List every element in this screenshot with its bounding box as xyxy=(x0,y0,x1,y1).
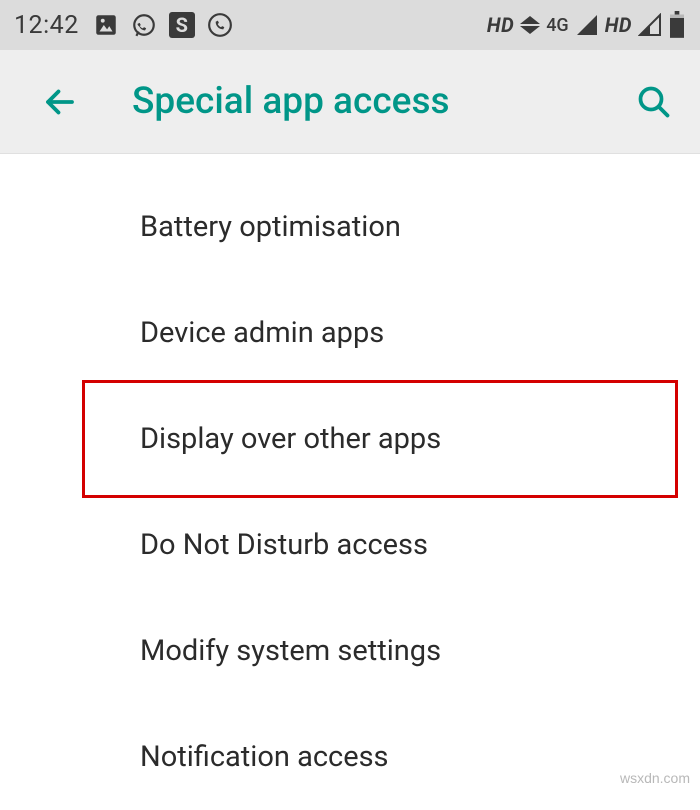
status-bar: 12:42 S HD 4G HD xyxy=(0,0,700,50)
arrow-back-icon xyxy=(42,84,78,120)
search-icon xyxy=(636,84,672,120)
list-item-do-not-disturb-access[interactable]: Do Not Disturb access xyxy=(0,492,700,598)
network-type: 4G xyxy=(546,15,569,36)
app-s-icon: S xyxy=(169,12,195,38)
list-item-label: Display over other apps xyxy=(140,422,441,456)
signal-icon-2 xyxy=(638,13,662,37)
whatsapp-icon xyxy=(131,12,157,38)
status-notification-icons: S xyxy=(93,12,233,38)
hd-indicator-2: HD xyxy=(605,13,632,37)
list-item-modify-system-settings[interactable]: Modify system settings xyxy=(0,598,700,704)
list-item-label: Battery optimisation xyxy=(140,210,401,244)
list-item-display-over-other-apps[interactable]: Display over other apps xyxy=(0,386,700,492)
gallery-icon xyxy=(93,12,119,38)
list-item-notification-access[interactable]: Notification access xyxy=(0,704,700,810)
hd-indicator-1: HD xyxy=(487,13,514,37)
settings-list: Battery optimisation Device admin apps D… xyxy=(0,154,700,810)
phone-circle-icon xyxy=(207,12,233,38)
data-arrows-icon xyxy=(520,16,540,34)
list-item-battery-optimisation[interactable]: Battery optimisation xyxy=(0,174,700,280)
list-item-label: Device admin apps xyxy=(140,316,384,350)
search-button[interactable] xyxy=(632,80,676,124)
back-button[interactable] xyxy=(40,82,80,122)
battery-icon xyxy=(668,11,686,39)
list-item-label: Modify system settings xyxy=(140,634,441,668)
app-bar: Special app access xyxy=(0,50,700,154)
list-item-label: Do Not Disturb access xyxy=(140,528,428,562)
status-right: HD 4G HD xyxy=(487,11,686,39)
status-clock: 12:42 xyxy=(14,11,79,40)
signal-icon-1 xyxy=(575,13,599,37)
list-item-label: Notification access xyxy=(140,740,389,774)
list-item-device-admin-apps[interactable]: Device admin apps xyxy=(0,280,700,386)
watermark: wsxdn.com xyxy=(620,770,690,786)
status-left: 12:42 S xyxy=(14,11,233,40)
page-title: Special app access xyxy=(132,80,632,123)
